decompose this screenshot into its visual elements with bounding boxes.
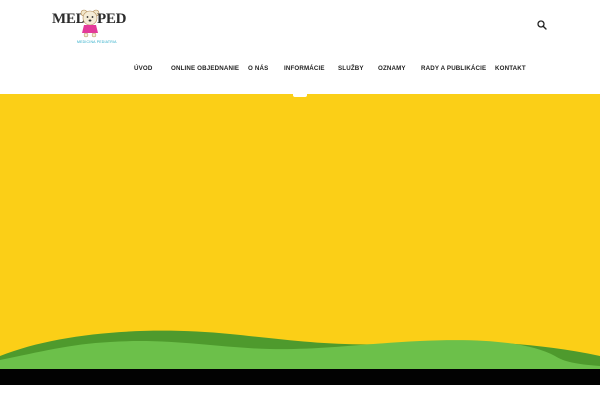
nav-item-oznamy[interactable]: OZNAMY xyxy=(378,61,406,77)
nav-item-uvod[interactable]: ÚVOD xyxy=(134,61,152,77)
page-bottom xyxy=(0,385,600,400)
nav-item-online-objednanie[interactable]: ONLINE OBJEDNANIE xyxy=(171,61,239,77)
nav-item-sluzby[interactable]: SLUŽBY xyxy=(338,61,364,77)
logo-text-right: PED xyxy=(97,11,127,27)
nav-item-rady-a-publikacie[interactable]: RADY A PUBLIKÁCIE xyxy=(421,61,486,77)
nav-item-o-nas[interactable]: O NÁS xyxy=(248,61,268,77)
green-hills-illustration xyxy=(0,330,600,369)
active-nav-indicator xyxy=(293,92,307,97)
footer-bar xyxy=(0,369,600,385)
site-header: MED PED MEDICINA PEDIATRIA ÚVOD ONLINE O… xyxy=(0,0,600,94)
search-icon[interactable] xyxy=(536,19,548,31)
nav-item-kontakt[interactable]: KONTAKT xyxy=(495,61,526,77)
site-logo[interactable]: MED PED MEDICINA PEDIATRIA xyxy=(52,8,126,48)
main-navigation: ÚVOD ONLINE OBJEDNANIE O NÁS INFORMÁCIE … xyxy=(0,61,600,77)
logo-tagline: MEDICINA PEDIATRIA xyxy=(77,40,117,44)
nav-item-informacie[interactable]: INFORMÁCIE xyxy=(284,61,325,77)
hero-banner xyxy=(0,94,600,369)
